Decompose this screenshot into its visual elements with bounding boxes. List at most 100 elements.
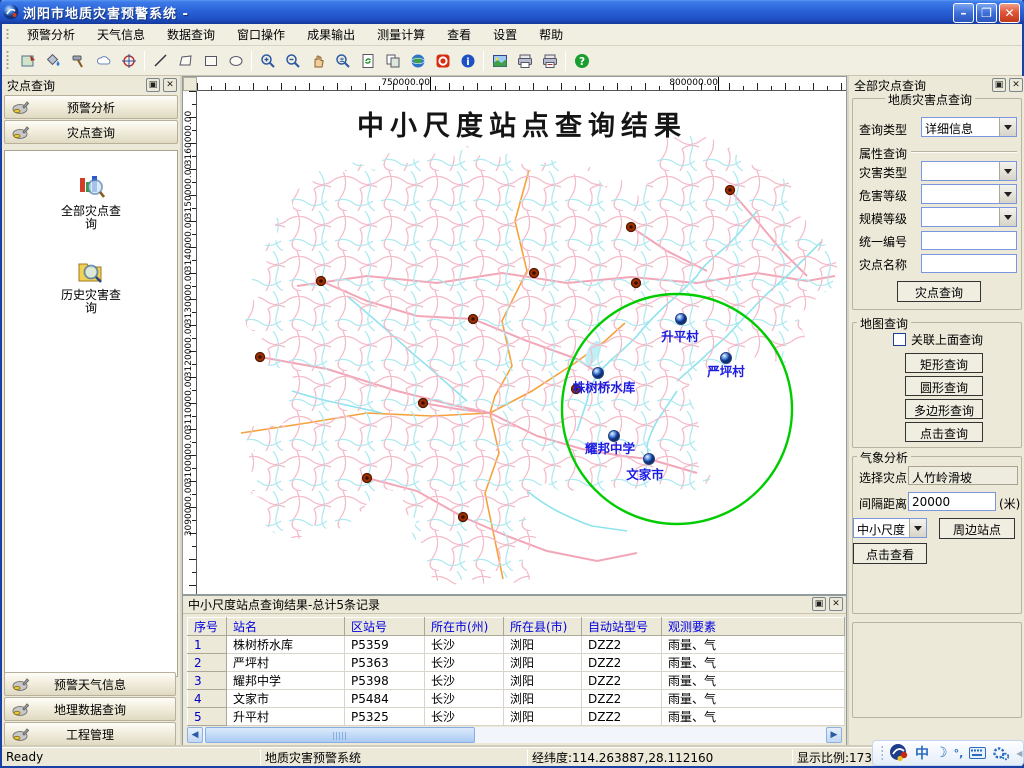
table-cell[interactable]: DZZ2 — [582, 672, 662, 690]
column-header-观测要素[interactable]: 观测要素 — [662, 618, 845, 636]
column-header-序号[interactable]: 序号 — [188, 618, 227, 636]
table-cell[interactable]: 长沙 — [425, 636, 504, 654]
hammer-tool-icon[interactable] — [66, 48, 91, 73]
row-header[interactable]: 3 — [188, 672, 227, 690]
map-canvas[interactable]: 升平村 严坪村 株树桥水库 耀邦中学 文家市 中小尺度站点查询结果 — [197, 91, 846, 594]
危害等级-combo[interactable] — [921, 184, 1017, 204]
menu-item-设置[interactable]: 设置 — [482, 23, 528, 46]
menu-item-数据查询[interactable]: 数据查询 — [156, 23, 226, 46]
table-cell[interactable]: 浏阳 — [504, 636, 582, 654]
nearby-stations-button[interactable]: 周边站点 — [939, 518, 1015, 539]
table-cell[interactable]: 浏阳 — [504, 654, 582, 672]
ime-settings-gear-icon[interactable] — [992, 745, 1010, 761]
flood-fill-icon[interactable] — [41, 48, 66, 73]
menu-item-成果输出[interactable]: 成果输出 — [296, 23, 366, 46]
column-header-站名[interactable]: 站名 — [227, 618, 345, 636]
refresh-page-icon[interactable] — [355, 48, 380, 73]
cloud-icon[interactable] — [91, 48, 116, 73]
chevron-down-icon[interactable] — [999, 162, 1016, 180]
disaster-query-button[interactable]: 灾点查询 — [897, 281, 981, 302]
table-row[interactable]: 4文家市P5484长沙浏阳DZZ2雨量、气 — [188, 690, 845, 708]
row-header[interactable]: 1 — [188, 636, 227, 654]
distance-input[interactable]: 20000 — [908, 492, 996, 511]
sidebar-section-预警分析[interactable]: 预警分析 — [4, 95, 178, 119]
ime-keyboard-icon[interactable] — [969, 747, 986, 759]
sidebar-section-灾点查询[interactable]: 灾点查询 — [4, 120, 178, 144]
menu-item-帮助[interactable]: 帮助 — [528, 23, 574, 46]
ime-mode-chinese[interactable]: 中 — [915, 743, 929, 763]
table-row[interactable]: 2严坪村P5363长沙浏阳DZZ2雨量、气 — [188, 654, 845, 672]
table-row[interactable]: 5升平村P5325长沙浏阳DZZ2雨量、气 — [188, 708, 845, 726]
sidebar-item-history-disaster-query[interactable]: 历史灾害查 询 — [5, 257, 177, 315]
ime-toolbar[interactable]: 中 ☽ °, ◀ — [872, 740, 1024, 766]
table-cell[interactable]: DZZ2 — [582, 636, 662, 654]
scale-combo[interactable]: 中小尺度 — [853, 518, 927, 538]
polygon-tool-icon[interactable] — [173, 48, 198, 73]
row-header[interactable]: 2 — [188, 654, 227, 672]
ime-logo-icon[interactable] — [889, 743, 909, 763]
scrollbar-thumb[interactable] — [205, 727, 475, 743]
chevron-down-icon[interactable] — [909, 519, 926, 537]
sidebar-section-地理数据查询[interactable]: 地理数据查询 — [4, 697, 176, 721]
print-preview-icon[interactable] — [537, 48, 562, 73]
table-cell[interactable]: 文家市 — [227, 690, 345, 708]
table-cell[interactable]: 浏阳 — [504, 708, 582, 726]
table-cell[interactable]: 浏阳 — [504, 672, 582, 690]
table-cell[interactable]: 升平村 — [227, 708, 345, 726]
info-icon[interactable]: i — [455, 48, 480, 73]
zoom-in-icon[interactable] — [255, 48, 280, 73]
menu-item-窗口操作[interactable]: 窗口操作 — [226, 23, 296, 46]
copy-layers-icon[interactable] — [380, 48, 405, 73]
table-cell[interactable]: DZZ2 — [582, 708, 662, 726]
zoom-out-icon[interactable] — [280, 48, 305, 73]
chevron-down-icon[interactable] — [999, 118, 1016, 136]
table-cell[interactable]: 雨量、气 — [662, 636, 845, 654]
close-button[interactable]: ✕ — [999, 3, 1020, 23]
chevron-down-icon[interactable] — [999, 185, 1016, 203]
规模等级-combo[interactable] — [921, 207, 1017, 227]
table-cell[interactable]: P5484 — [345, 690, 425, 708]
统一编号-input[interactable] — [921, 231, 1017, 250]
ime-collapse-icon[interactable]: ◀ — [1016, 749, 1022, 758]
灾点名称-input[interactable] — [921, 254, 1017, 273]
column-header-区站号[interactable]: 区站号 — [345, 618, 425, 636]
print-icon[interactable] — [512, 48, 537, 73]
close-icon[interactable]: ✕ — [829, 597, 843, 611]
column-header-所在县(市)[interactable]: 所在县(市) — [504, 618, 582, 636]
灾害类型-combo[interactable] — [921, 161, 1017, 181]
table-cell[interactable]: 耀邦中学 — [227, 672, 345, 690]
stop-icon[interactable] — [430, 48, 455, 73]
ime-punctuation-icon[interactable]: °, — [954, 747, 964, 760]
map-query-button-圆形查询[interactable]: 圆形查询 — [905, 376, 983, 396]
table-cell[interactable]: 雨量、气 — [662, 690, 845, 708]
table-cell[interactable]: 雨量、气 — [662, 654, 845, 672]
menu-item-查看[interactable]: 查看 — [436, 23, 482, 46]
sidebar-section-预警天气信息[interactable]: 预警天气信息 — [4, 672, 176, 696]
table-cell[interactable]: 浏阳 — [504, 690, 582, 708]
minimize-button[interactable]: – — [953, 3, 974, 23]
line-tool-icon[interactable] — [148, 48, 173, 73]
rectangle-tool-icon[interactable] — [198, 48, 223, 73]
row-header[interactable]: 5 — [188, 708, 227, 726]
sidebar-section-工程管理[interactable]: 工程管理 — [4, 722, 176, 746]
map-query-icon[interactable] — [16, 48, 41, 73]
menu-item-天气信息[interactable]: 天气信息 — [86, 23, 156, 46]
table-cell[interactable]: P5325 — [345, 708, 425, 726]
scroll-right-icon[interactable]: ▶ — [826, 727, 842, 743]
pan-hand-icon[interactable] — [305, 48, 330, 73]
close-icon[interactable]: ✕ — [1009, 78, 1023, 92]
table-cell[interactable]: 严坪村 — [227, 654, 345, 672]
table-cell[interactable]: DZZ2 — [582, 690, 662, 708]
title-bar[interactable]: 浏阳市地质灾害预警系统 - – ❐ ✕ — [0, 0, 1024, 24]
table-cell[interactable]: 长沙 — [425, 690, 504, 708]
chevron-down-icon[interactable] — [999, 208, 1016, 226]
menu-item-测量计算[interactable]: 测量计算 — [366, 23, 436, 46]
link-query-checkbox-row[interactable]: 关联上面查询 — [893, 331, 983, 348]
globe-icon[interactable] — [405, 48, 430, 73]
table-cell[interactable]: P5363 — [345, 654, 425, 672]
sidebar-item-all-disaster-query[interactable]: 全部灾点查 询 — [5, 173, 177, 231]
table-cell[interactable]: 长沙 — [425, 654, 504, 672]
click-view-button[interactable]: 点击查看 — [853, 543, 927, 564]
pin-icon[interactable]: ▣ — [812, 597, 826, 611]
ime-fullwidth-icon[interactable]: ☽ — [935, 745, 948, 761]
